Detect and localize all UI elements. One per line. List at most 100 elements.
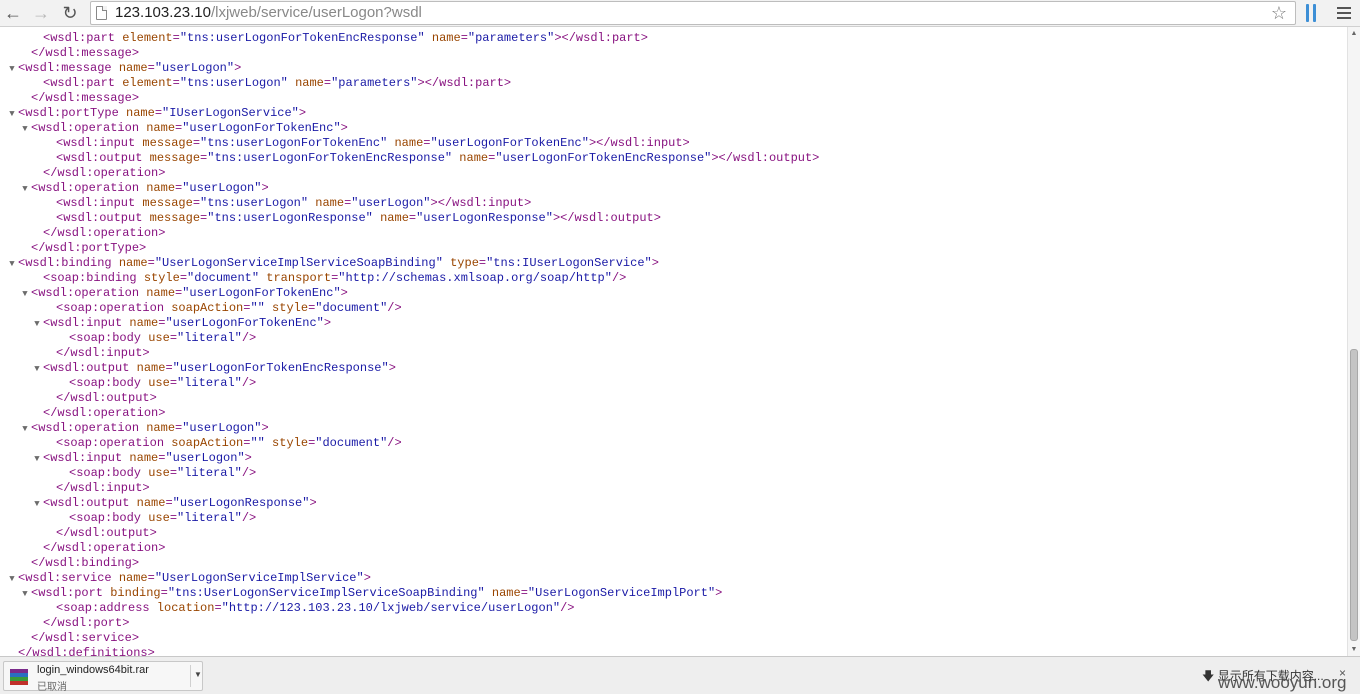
xml-attribute: name: [146, 286, 176, 300]
xml-line: ▼</wsdl:message>: [19, 91, 139, 106]
collapse-triangle-icon[interactable]: ▼: [6, 62, 18, 77]
xml-tag: />: [241, 331, 257, 345]
xml-tag: </wsdl:output>: [56, 526, 157, 540]
xml-tag: />: [611, 271, 627, 285]
xml-value: "": [250, 301, 265, 315]
xml-tag: [425, 31, 432, 45]
collapse-triangle-icon[interactable]: ▼: [31, 452, 43, 467]
xml-value: "tns:userLogon": [200, 196, 309, 210]
collapse-triangle-icon[interactable]: ▼: [6, 572, 18, 587]
xml-tag: </wsdl:operation>: [43, 541, 166, 555]
address-bar[interactable]: 123.103.23.10/lxjweb/service/userLogon?w…: [90, 1, 1296, 25]
back-arrow-icon[interactable]: ←: [3, 3, 23, 23]
scroll-up-icon[interactable]: ▲: [1348, 27, 1360, 40]
xml-tag: <soap:operation: [56, 436, 172, 450]
xml-attribute: name: [136, 496, 166, 510]
xml-tag: <wsdl:input: [43, 316, 130, 330]
xml-attribute: message: [149, 151, 201, 165]
xml-attribute: name: [146, 421, 176, 435]
reload-icon[interactable]: ↻: [60, 3, 80, 23]
xml-line: ▼ <wsdl:input name="userLogonForTokenEnc"…: [31, 316, 331, 331]
xml-tag: =: [192, 136, 201, 150]
xml-tag: />: [560, 601, 575, 615]
xml-tag: ></wsdl:output>: [711, 151, 820, 165]
xml-tag: <wsdl:message: [18, 61, 119, 75]
xml-attribute: transport: [266, 271, 332, 285]
xml-line: ▼<soap:binding style="document" transpor…: [31, 271, 626, 286]
xml-attribute: name: [146, 181, 176, 195]
xml-tag: </wsdl:message>: [31, 91, 140, 105]
xml-attribute: element: [122, 76, 173, 90]
xml-tag: >: [651, 256, 659, 270]
xml-tag: </wsdl:input>: [56, 346, 150, 360]
xml-line: ▼ <wsdl:operation name="userLogonForToken…: [19, 121, 348, 136]
xml-tag: />: [241, 466, 257, 480]
xml-value: "userLogonForTokenEnc": [182, 286, 341, 300]
extension-icon[interactable]: [1304, 4, 1320, 22]
xml-tag: <soap:body: [69, 511, 149, 525]
xml-line: ▼</wsdl:output>: [44, 526, 157, 541]
xml-tag: [485, 586, 492, 600]
xml-tag: =: [179, 271, 188, 285]
xml-value: "": [250, 436, 265, 450]
star-icon[interactable]: ☆: [1271, 3, 1287, 23]
xml-attribute: name: [118, 256, 148, 270]
xml-value: "document": [315, 436, 388, 450]
xml-tag: <wsdl:output: [43, 361, 137, 375]
xml-tag: ></wsdl:part>: [417, 76, 512, 90]
url-text[interactable]: 123.103.23.10/lxjweb/service/userLogon?w…: [115, 4, 422, 22]
xml-tag: </wsdl:portType>: [31, 241, 147, 255]
collapse-triangle-icon[interactable]: ▼: [31, 497, 43, 512]
xml-value: "tns:UserLogonServiceImplServiceSoapBind…: [167, 586, 485, 600]
xml-attribute: binding: [110, 586, 161, 600]
chevron-down-icon[interactable]: ▼: [194, 670, 202, 679]
xml-tag: =: [323, 76, 332, 90]
collapse-triangle-icon[interactable]: ▼: [31, 362, 43, 377]
xml-value: "userLogon": [154, 61, 235, 75]
xml-line: ▼</wsdl:operation>: [31, 166, 165, 181]
xml-line: ▼<wsdl:output message="tns:userLogonForT…: [44, 151, 819, 166]
xml-attribute: location: [156, 601, 215, 615]
xml-attribute: name: [118, 571, 148, 585]
xml-tag: </wsdl:binding>: [31, 556, 140, 570]
collapse-triangle-icon[interactable]: ▼: [6, 257, 18, 272]
collapse-triangle-icon[interactable]: ▼: [19, 587, 31, 602]
collapse-triangle-icon[interactable]: ▼: [31, 317, 43, 332]
menu-icon[interactable]: [1337, 6, 1351, 20]
xml-attribute: soapAction: [171, 436, 244, 450]
xml-line: ▼</wsdl:input>: [44, 481, 150, 496]
xml-line: ▼<wsdl:input message="tns:userLogon" nam…: [44, 196, 531, 211]
xml-tag: <wsdl:operation: [31, 286, 147, 300]
collapse-triangle-icon[interactable]: ▼: [19, 122, 31, 137]
download-item[interactable]: login_windows64bit.rar 已取消 ▼: [3, 661, 203, 693]
collapse-triangle-icon[interactable]: ▼: [19, 287, 31, 302]
download-status: 已取消: [37, 682, 67, 693]
xml-line: ▼ <wsdl:service name="UserLogonServiceImp…: [6, 571, 371, 586]
scroll-thumb[interactable]: [1350, 349, 1358, 641]
xml-line: ▼</wsdl:operation>: [31, 406, 165, 421]
xml-value: "tns:userLogonResponse": [207, 211, 373, 225]
collapse-triangle-icon[interactable]: ▼: [19, 182, 31, 197]
forward-arrow-icon[interactable]: →: [31, 3, 51, 23]
xml-value: "userLogonResponse": [416, 211, 553, 225]
scroll-down-icon[interactable]: ▼: [1348, 643, 1360, 656]
xml-value: "literal": [177, 511, 242, 525]
xml-tag: =: [520, 586, 528, 600]
watermark: www.wooyun.org: [1218, 673, 1347, 692]
xml-tag: >: [363, 571, 371, 585]
xml-tag: =: [192, 196, 201, 210]
xml-line: ▼ <wsdl:operation name="userLogon">: [19, 181, 268, 197]
xml-line: ▼ <wsdl:message name="userLogon">: [6, 61, 241, 76]
xml-value: "parameters": [331, 76, 418, 90]
xml-attribute: name: [129, 451, 159, 465]
xml-value: "IUserLogonService": [162, 106, 299, 120]
xml-tag: =: [169, 376, 178, 390]
xml-value: "tns:userLogon": [179, 76, 288, 90]
xml-attribute: name: [146, 121, 176, 135]
collapse-triangle-icon[interactable]: ▼: [19, 422, 31, 437]
xml-attribute: message: [149, 211, 201, 225]
xml-attribute: message: [142, 136, 193, 150]
xml-tag: </wsdl:definitions>: [18, 646, 155, 656]
vertical-scrollbar[interactable]: ▲ ▼: [1347, 27, 1360, 656]
collapse-triangle-icon[interactable]: ▼: [6, 107, 18, 122]
